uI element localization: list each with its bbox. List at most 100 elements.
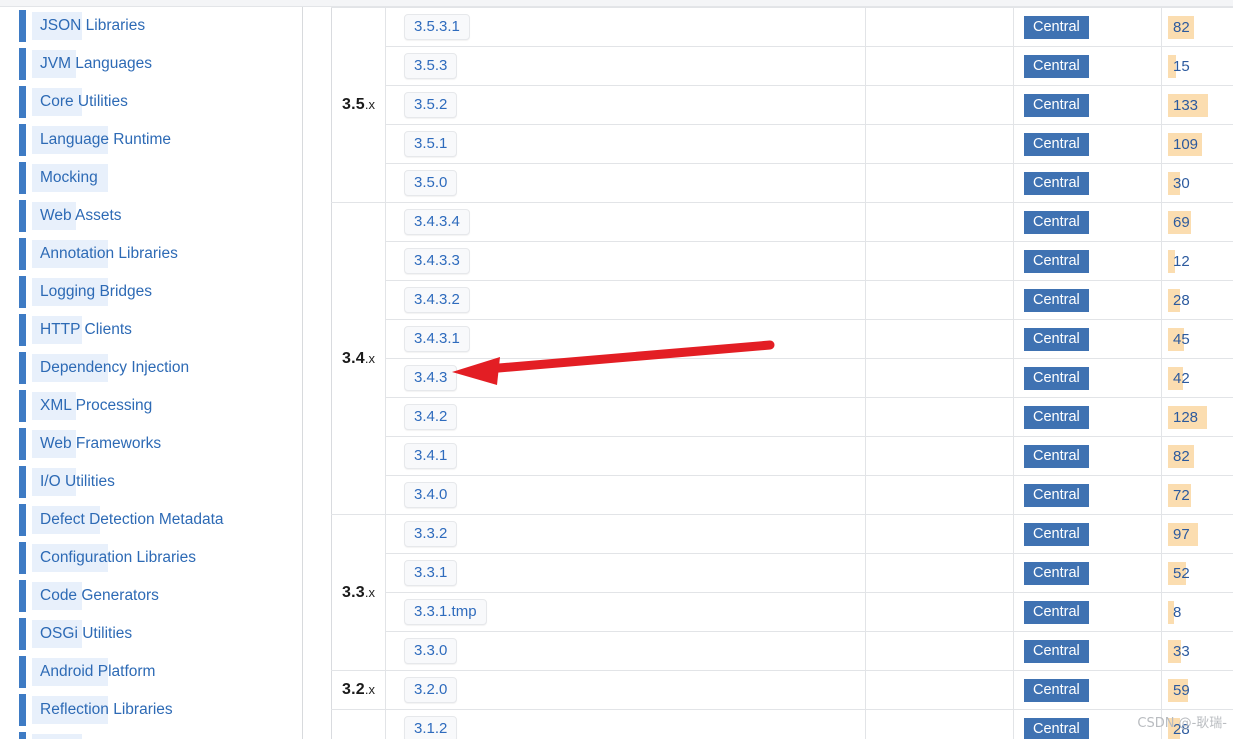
table-row: 3.3.0 Central 33 <box>332 631 1233 671</box>
usages-count: 69 <box>1173 213 1190 231</box>
sidebar-item-defect-detection-metadata[interactable]: Defect Detection Metadata <box>0 501 302 539</box>
repository-badge[interactable]: Central <box>1024 717 1089 739</box>
vulnerabilities-cell <box>865 241 1014 281</box>
usages-cell: 133 <box>1161 85 1233 125</box>
sidebar-accent-bar-icon <box>19 86 26 118</box>
repository-badge[interactable]: Central <box>1024 210 1089 234</box>
repository-badge[interactable]: Central <box>1024 522 1089 546</box>
repository-badge[interactable]: Central <box>1024 405 1089 429</box>
version-link[interactable]: 3.1.2 <box>404 716 458 739</box>
repository-badge[interactable]: Central <box>1024 561 1089 585</box>
repository-badge[interactable]: Central <box>1024 288 1089 312</box>
sidebar-item-web-assets[interactable]: Web Assets <box>0 197 302 235</box>
version-link[interactable]: 3.5.2 <box>404 92 458 118</box>
repository-badge[interactable]: Central <box>1024 93 1089 117</box>
repository-badge[interactable]: Central <box>1024 15 1089 39</box>
vulnerabilities-cell <box>865 592 1014 632</box>
versions-table-container[interactable]: 3.5.x 3.5.3.1 Central 82 3.5.3 Central 15 3.5.2… <box>331 7 1233 739</box>
vulnerabilities-cell <box>865 475 1014 515</box>
sidebar-accent-bar-icon <box>19 276 26 308</box>
repository-badge[interactable]: Central <box>1024 171 1089 195</box>
major-version-suffix: .x <box>364 682 375 697</box>
sidebar-accent-bar-icon <box>19 504 26 536</box>
version-cell: 3.4.3.4 <box>385 202 866 242</box>
usages-count: 97 <box>1173 525 1190 543</box>
usages-meter: 82 <box>1162 8 1233 46</box>
version-link[interactable]: 3.3.0 <box>404 638 458 664</box>
repository-badge[interactable]: Central <box>1024 327 1089 351</box>
sidebar-accent-bar-icon <box>19 542 26 574</box>
version-link[interactable]: 3.4.3.4 <box>404 209 470 235</box>
usages-meter: 133 <box>1162 86 1233 124</box>
repository-badge[interactable]: Central <box>1024 483 1089 507</box>
usages-meter: 52 <box>1162 554 1233 592</box>
sidebar-item-language-runtime[interactable]: Language Runtime <box>0 121 302 159</box>
category-sidebar[interactable]: JSON Libraries JVM Languages Core Utilitie… <box>0 7 303 739</box>
repository-badge[interactable]: Central <box>1024 600 1089 624</box>
repository-badge[interactable]: Central <box>1024 639 1089 663</box>
version-link[interactable]: 3.4.2 <box>404 404 458 430</box>
repository-badge[interactable]: Central <box>1024 54 1089 78</box>
repository-cell: Central <box>1013 85 1162 125</box>
usages-meter: 82 <box>1162 437 1233 475</box>
sidebar-item-core-utilities[interactable]: Core Utilities <box>0 83 302 121</box>
version-link[interactable]: 3.4.3 <box>404 365 458 391</box>
repository-badge[interactable]: Central <box>1024 444 1089 468</box>
version-link[interactable]: 3.4.0 <box>404 482 458 508</box>
sidebar-accent-bar-icon <box>19 352 26 384</box>
version-link[interactable]: 3.5.3.1 <box>404 14 470 40</box>
sidebar-item-i-o-utilities[interactable]: I/O Utilities <box>0 463 302 501</box>
sidebar-item-osgi-utilities[interactable]: OSGi Utilities <box>0 615 302 653</box>
version-cell: 3.5.0 <box>385 163 866 203</box>
sidebar-item-logging-bridges[interactable]: Logging Bridges <box>0 273 302 311</box>
sidebar-item-xml-processing[interactable]: XML Processing <box>0 387 302 425</box>
version-link[interactable]: 3.5.0 <box>404 170 458 196</box>
sidebar-item-http-clients[interactable]: HTTP Clients <box>0 311 302 349</box>
sidebar-accent-bar-icon <box>19 162 26 194</box>
version-link[interactable]: 3.4.3.1 <box>404 326 470 352</box>
table-row: 3.4.2 Central 128 <box>332 397 1233 437</box>
table-row: 3.3.x 3.3.2 Central 97 <box>331 514 1233 671</box>
repository-cell: Central <box>1013 553 1162 593</box>
version-link[interactable]: 3.2.0 <box>404 677 458 703</box>
sidebar-item-jvm-languages[interactable]: JVM Languages <box>0 45 302 83</box>
sidebar-item-label: Android Platform <box>40 663 156 680</box>
sidebar-table-gutter <box>304 7 331 739</box>
sidebar-item-configuration-libraries[interactable]: Configuration Libraries <box>0 539 302 577</box>
repository-cell: Central <box>1013 202 1162 242</box>
version-link[interactable]: 3.3.1.tmp <box>404 599 487 625</box>
table-row: 3.4.x 3.4.3.4 Central 69 <box>331 202 1233 515</box>
version-link[interactable]: 3.4.1 <box>404 443 458 469</box>
usages-count: 52 <box>1173 564 1190 582</box>
table-row: 3.4.1 Central 82 <box>332 436 1233 476</box>
sidebar-item-jdbc-drivers[interactable]: JDBC Drivers <box>0 729 302 739</box>
sidebar-item-annotation-libraries[interactable]: Annotation Libraries <box>0 235 302 273</box>
sidebar-accent-bar-icon <box>19 694 26 726</box>
repository-badge[interactable]: Central <box>1024 678 1089 702</box>
version-link[interactable]: 3.5.3 <box>404 53 458 79</box>
repository-badge[interactable]: Central <box>1024 366 1089 390</box>
repository-badge[interactable]: Central <box>1024 132 1089 156</box>
version-link[interactable]: 3.4.3.2 <box>404 287 470 313</box>
sidebar-item-dependency-injection[interactable]: Dependency Injection <box>0 349 302 387</box>
repository-cell: Central <box>1013 358 1162 398</box>
sidebar-item-code-generators[interactable]: Code Generators <box>0 577 302 615</box>
vulnerabilities-cell <box>865 280 1014 320</box>
sidebar-item-label: Logging Bridges <box>40 283 153 300</box>
version-link[interactable]: 3.5.1 <box>404 131 458 157</box>
version-cell: 3.4.0 <box>385 475 866 515</box>
version-link[interactable]: 3.3.2 <box>404 521 458 547</box>
repository-badge[interactable]: Central <box>1024 249 1089 273</box>
version-link[interactable]: 3.3.1 <box>404 560 458 586</box>
sidebar-item-json-libraries[interactable]: JSON Libraries <box>0 7 302 45</box>
sidebar-item-android-platform[interactable]: Android Platform <box>0 653 302 691</box>
sidebar-item-reflection-libraries[interactable]: Reflection Libraries <box>0 691 302 729</box>
sidebar-item-mocking[interactable]: Mocking <box>0 159 302 197</box>
repository-cell: Central <box>1013 163 1162 203</box>
sidebar-item-label: OSGi Utilities <box>40 625 133 642</box>
version-link[interactable]: 3.4.3.3 <box>404 248 470 274</box>
usages-meter: 109 <box>1162 125 1233 163</box>
vulnerabilities-cell <box>865 631 1014 671</box>
sidebar-accent-bar-icon <box>19 124 26 156</box>
sidebar-item-web-frameworks[interactable]: Web Frameworks <box>0 425 302 463</box>
